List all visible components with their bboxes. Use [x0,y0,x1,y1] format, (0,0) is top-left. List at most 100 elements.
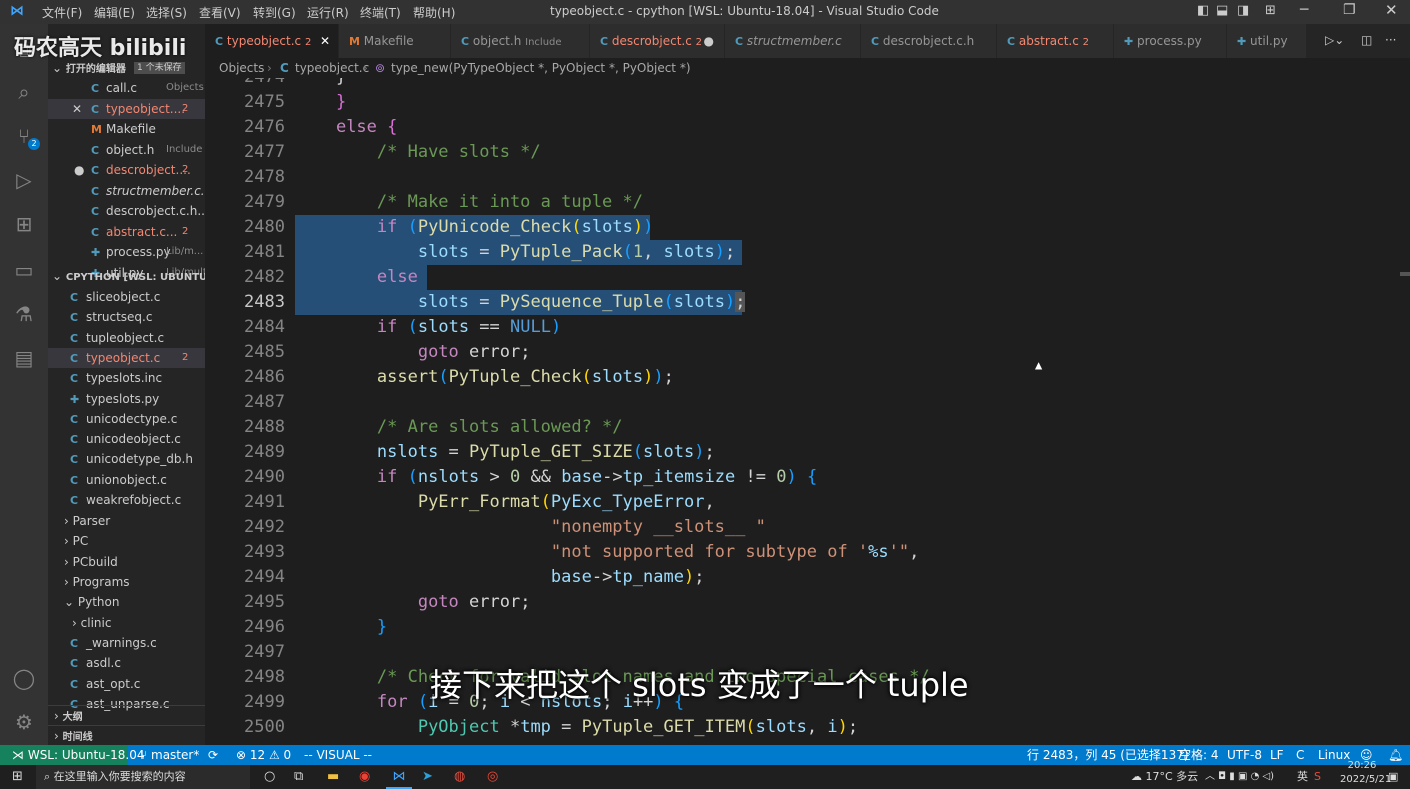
recorder-icon[interactable]: ◎ [487,765,498,789]
docker-icon[interactable]: ▤ [12,346,36,370]
action-center-icon[interactable]: ▣ [1388,765,1398,789]
tab-typeobject-c[interactable]: C typeobject.c 2 ✕ [205,24,339,58]
toggle-secondary-sidebar-icon[interactable]: ◨ [1237,3,1249,18]
search-icon[interactable]: ⌕ [12,80,36,104]
folder-item[interactable]: › clinic [48,613,205,633]
file-item[interactable]: Cstructseq.c [48,307,205,327]
sogou-icon[interactable]: S [1314,765,1321,789]
cursor-position[interactable]: 行 2483，列 45 (已选择137) [1027,745,1189,765]
file-item[interactable]: Cunicodetype_db.h [48,449,205,469]
git-branch[interactable]: ⑂ master* [140,745,199,765]
menu-goto[interactable]: 转到(G) [253,4,296,21]
app-icon[interactable]: ◍ [454,765,465,789]
folder-item[interactable]: ⌄ Python [48,592,205,612]
open-editor-item[interactable]: M Makefile [48,119,205,139]
language-mode[interactable]: C [1296,745,1304,765]
split-editor-icon[interactable]: ◫ [1361,33,1372,47]
tab-abstract-c[interactable]: C abstract.c 2 [997,24,1114,58]
file-item[interactable]: Casdl.c [48,653,205,673]
file-item[interactable]: ✚ typeslots.py [48,389,205,409]
folder-item[interactable]: › Parser [48,511,205,531]
menu-run[interactable]: 运行(R) [307,4,349,21]
folder-item[interactable]: › PC [48,531,205,551]
editor-scrollbar[interactable] [1400,78,1410,745]
breadcrumb-symbol[interactable]: type_new(PyTypeObject *, PyObject *, PyO… [391,58,691,78]
timeline-section[interactable]: › 时间线 [48,725,205,745]
notifications-icon[interactable]: 🔔︎ [1388,745,1403,765]
close-window-icon[interactable]: ✕ [1385,1,1398,19]
run-icon[interactable]: ▷⌄ [1325,33,1344,47]
outline-section[interactable]: › 大纲 [48,705,205,725]
menu-selection[interactable]: 选择(S) [146,4,187,21]
open-editor-item[interactable]: Cabstract.c... 2 [48,222,205,242]
more-actions-icon[interactable]: ··· [1385,33,1396,47]
tab-util-py[interactable]: ✚ util.py [1227,24,1307,58]
minimize-icon[interactable]: ─ [1300,2,1308,18]
file-item[interactable]: Ctupleobject.c [48,328,205,348]
extensions-icon[interactable]: ⊞ [12,212,36,236]
file-item[interactable]: Cunicodeobject.c [48,429,205,449]
windows-start-icon[interactable]: ⊞ [12,765,23,789]
open-editor-item[interactable]: ✚ process.py Lib/m... [48,242,205,262]
close-icon[interactable]: ✕ [72,99,82,119]
ime-indicator[interactable]: 英 [1297,765,1308,789]
toggle-panel-icon[interactable]: ⬓ [1216,3,1228,18]
run-debug-icon[interactable]: ▷ [12,168,36,192]
tab-descrobject-c[interactable]: C descrobject.c 2 ● [590,24,725,58]
toggle-sidebar-icon[interactable]: ◧ [1197,3,1209,18]
chrome-icon[interactable]: ◉ [359,765,370,789]
sync-icon[interactable]: ⟳ [208,745,218,765]
indentation[interactable]: 空格: 4 [1179,745,1219,765]
open-editor-item[interactable]: Ccall.c Objects [48,78,205,98]
testing-icon[interactable]: ⚗ [12,302,36,326]
file-item[interactable]: Cunicodectype.c [48,409,205,429]
breadcrumb-file[interactable]: typeobject.c [295,58,369,78]
menu-edit[interactable]: 编辑(E) [94,4,135,21]
close-tab-icon[interactable]: ✕ [320,24,330,58]
layout-icon[interactable]: ⊞ [1265,3,1276,18]
menu-help[interactable]: 帮助(H) [413,4,455,21]
tab-descrobject-c-h[interactable]: C descrobject.c.h [861,24,997,58]
encoding[interactable]: UTF-8 [1227,745,1262,765]
task-view-icon[interactable]: ⧉ [294,765,303,789]
cortana-icon[interactable]: ○ [264,765,275,789]
open-editor-item[interactable]: ✕ Ctypeobject.... 2 [48,98,205,119]
telegram-icon[interactable]: ➤ [422,765,433,789]
file-item[interactable]: Cweakrefobject.c [48,490,205,510]
clock[interactable]: 20:26 2022/5/21 [1340,759,1391,787]
remote-explorer-icon[interactable]: ▭ [12,258,36,282]
file-item[interactable]: Cast_opt.c [48,674,205,694]
weather-icon[interactable]: ☁ 17°C 多云 [1131,765,1198,789]
open-editor-item[interactable]: Cdescrobject.c.h... [48,201,205,221]
open-editor-item[interactable]: ● Cdescrobject.... 2 [48,160,205,180]
problems-indicator[interactable]: ⊗ 12 ⚠ 0 [236,745,291,765]
taskbar-search[interactable]: ⌕ 在这里输入你要搜索的内容 [36,765,250,789]
restore-icon[interactable]: ❐ [1343,2,1356,18]
tab-structmember-c[interactable]: C structmember.c [725,24,861,58]
open-editor-item[interactable]: Cstructmember.c... [48,181,205,201]
folder-item[interactable]: › Programs [48,572,205,592]
tab-object-h[interactable]: C object.h Include [451,24,590,58]
folder-item[interactable]: › PCbuild [48,552,205,572]
menu-view[interactable]: 查看(V) [199,4,241,21]
file-item[interactable]: C _warnings.c [48,633,205,653]
breadcrumb-folder[interactable]: Objects [219,58,264,78]
tray-icons[interactable]: ︿ ◘ ▮ ▣ ◔ ◁) [1205,765,1274,789]
file-item[interactable]: Ctypeslots.inc [48,368,205,388]
vscode-taskbar-icon[interactable]: ⋈ [386,765,412,789]
eol[interactable]: LF [1270,745,1284,765]
menu-terminal[interactable]: 终端(T) [360,4,401,21]
open-editor-item[interactable]: Cobject.h Include [48,140,205,160]
settings-gear-icon[interactable]: ⚙ [12,710,36,734]
file-item[interactable]: Cunionobject.c [48,470,205,490]
account-icon[interactable]: ◯ [12,666,36,690]
code-editor[interactable]: 2474 2475 2476 2477 2478 2479 2480 2481 2482 2483… [205,78,1400,745]
workspace-header[interactable]: ⌄ CPYTHON [WSL: UBUNTU-... [48,266,205,286]
tab-makefile[interactable]: M Makefile [339,24,451,58]
tab-process-py[interactable]: ✚ process.py [1114,24,1227,58]
file-item[interactable]: Ctypeobject.c 2 [48,347,205,368]
file-item[interactable]: Csliceobject.c [48,287,205,307]
file-explorer-icon[interactable]: ▬ [327,765,339,789]
menu-file[interactable]: 文件(F) [42,4,82,21]
remote-indicator[interactable]: ⋊ WSL: Ubuntu-18.04 [0,745,144,765]
